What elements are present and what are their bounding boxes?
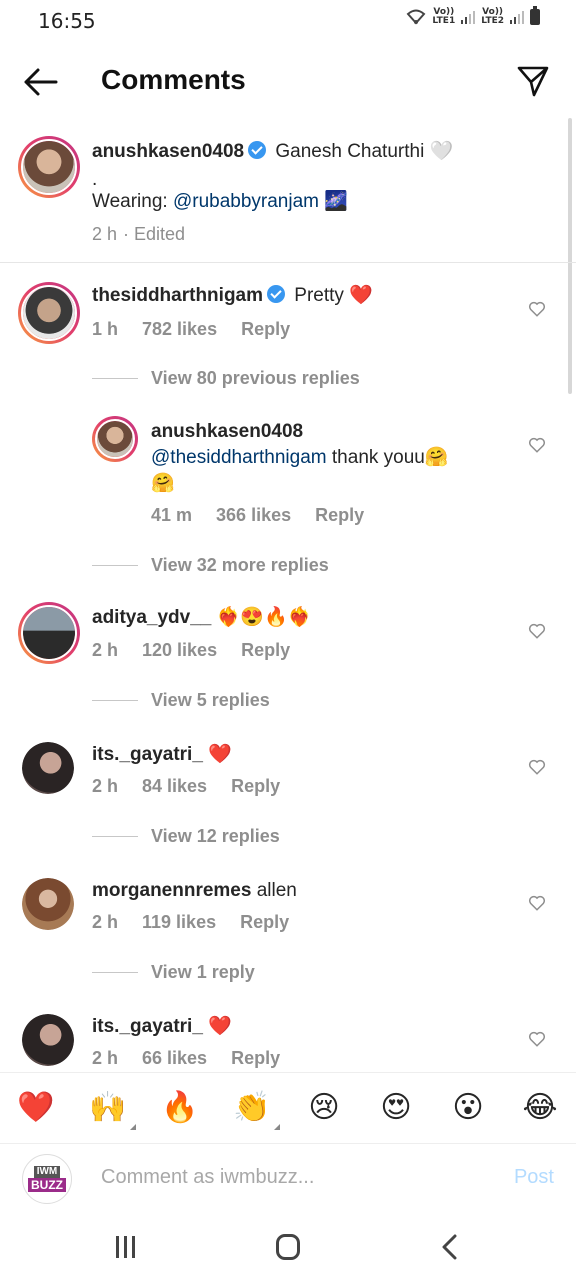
timestamp: 2 h [92,912,119,932]
likes-count[interactable]: 782 likes [142,319,217,340]
emoji-laughing-button[interactable]: 😂 [518,1086,562,1130]
mention-link[interactable]: @thesiddharthnigam [151,447,327,468]
verified-badge-icon [248,141,267,159]
reply-item: anushkasen0408 @thesiddharthnigam thank … [0,412,576,582]
comment-text: thank youu🤗 [326,447,449,468]
username[interactable]: aditya_ydv__ [92,607,211,628]
comment-item: thesiddharthnigam Pretty ❤️ 1 h 782 like… [0,276,576,396]
username[interactable]: its._gayatri_ [92,1016,203,1037]
signal-1-icon [461,10,476,24]
heart-icon[interactable] [528,622,546,640]
comment-item: its._gayatri_ ❤️ 2 h 84 likes Reply View… [0,738,576,858]
caption-divider [0,262,576,263]
reply-button[interactable]: Reply [315,505,364,526]
caption-wearing-label: Wearing: [92,191,173,212]
status-bar: 16:55 Vo)) LTE1 Vo)) LTE2 [0,0,576,40]
emoji-raised-hands-button[interactable]: 🙌 [86,1086,136,1130]
emoji-heart-button[interactable]: ❤️ [14,1086,58,1130]
reply-button[interactable]: Reply [241,319,290,340]
home-icon[interactable] [276,1234,300,1260]
status-time: 16:55 [38,9,96,33]
comment-input[interactable] [101,1166,461,1189]
system-nav-bar [0,1216,576,1280]
heart-icon[interactable] [528,300,546,318]
reply-button[interactable]: Reply [231,776,280,797]
username[interactable]: thesiddharthnigam [92,285,263,306]
emoji-crying-button[interactable]: 😢 [302,1086,346,1130]
avatar[interactable] [92,416,138,462]
likes-count[interactable]: 66 likes [142,1048,207,1069]
timestamp: 2 h [92,1048,119,1068]
comment-text: allen [251,880,297,901]
view-replies-button[interactable]: View 32 more replies [92,555,329,576]
battery-icon [530,6,540,25]
signal-2-icon [510,10,524,24]
timestamp: 1 h [92,319,119,339]
caption-emoji: 🌌 [319,191,348,212]
emoji-heart-eyes-button[interactable]: 😍 [374,1086,418,1130]
likes-count[interactable]: 119 likes [142,912,216,933]
comment-text: ❤️ [208,744,232,765]
heart-icon[interactable] [528,894,546,912]
sim1-indicator: Vo)) LTE1 [432,7,456,26]
comment-text: ❤️ [208,1016,232,1037]
timestamp: 2 h [92,224,118,244]
view-replies-button[interactable]: View 80 previous replies [92,368,360,389]
comment-text-line2: 🤗 [151,473,175,494]
reply-button[interactable]: Reply [240,912,289,933]
timestamp: 2 h [92,640,119,660]
timestamp: 41 m [151,505,193,525]
comment-text: Pretty ❤️ [294,285,373,306]
nav-back-icon[interactable] [440,1234,460,1260]
view-replies-button[interactable]: View 1 reply [92,962,255,983]
reply-button[interactable]: Reply [241,640,290,661]
my-avatar: IWM BUZZ [22,1154,72,1204]
avatar[interactable] [18,282,80,344]
avatar[interactable] [18,602,80,664]
back-arrow-icon[interactable] [22,66,58,98]
view-replies-button[interactable]: View 12 replies [92,826,280,847]
comment-text: ❤️‍🔥😍🔥❤️‍🔥 [216,607,312,628]
page-title: Comments [101,64,246,95]
avatar[interactable] [22,742,74,794]
avatar[interactable] [22,878,74,930]
likes-count[interactable]: 120 likes [142,640,217,661]
header: Comments [0,50,576,114]
avatar[interactable] [22,1014,74,1066]
caption: anushkasen0408 Ganesh Chaturthi 🤍 . Wear… [0,128,576,260]
edited-label: · Edited [123,224,186,244]
emoji-reaction-bar: ❤️ 🙌 🔥 👏 😢 😍 😮 😂 [0,1072,576,1144]
avatar[interactable] [18,136,80,198]
emoji-clap-button[interactable]: 👏 [230,1086,280,1130]
direct-message-icon[interactable] [516,64,550,98]
heart-icon[interactable] [528,436,546,454]
likes-count[interactable]: 366 likes [216,505,291,526]
sim2-indicator: Vo)) LTE2 [481,7,504,26]
status-icons: Vo)) LTE1 Vo)) LTE2 [406,6,540,26]
emoji-surprised-button[interactable]: 😮 [446,1086,490,1130]
comment-item: its._gayatri_ ❤️ 2 h 66 likes Reply [0,1010,576,1070]
comment-item: aditya_ydv__ ❤️‍🔥😍🔥❤️‍🔥 2 h 120 likes Re… [0,600,576,720]
timestamp: 2 h [92,776,119,796]
username[interactable]: morganennremes [92,880,251,901]
username[interactable]: anushkasen0408 [151,418,303,445]
emoji-fire-button[interactable]: 🔥 [158,1086,202,1130]
post-button[interactable]: Post [514,1166,554,1189]
comment-item: morganennremes allen 2 h 119 likes Reply… [0,874,576,994]
reply-button[interactable]: Reply [231,1048,280,1069]
username[interactable]: anushkasen0408 [92,141,244,162]
wifi-icon [406,9,426,25]
likes-count[interactable]: 84 likes [142,776,207,797]
view-replies-button[interactable]: View 5 replies [92,690,270,711]
mention-link[interactable]: @rubabbyranjam [173,191,319,212]
verified-badge-icon [267,285,286,303]
heart-icon[interactable] [528,1030,546,1048]
comment-input-bar: IWM BUZZ Post [0,1144,576,1216]
recents-icon[interactable] [116,1236,138,1258]
caption-text: Ganesh Chaturthi 🤍 [275,141,454,162]
username[interactable]: its._gayatri_ [92,744,203,765]
heart-icon[interactable] [528,758,546,776]
